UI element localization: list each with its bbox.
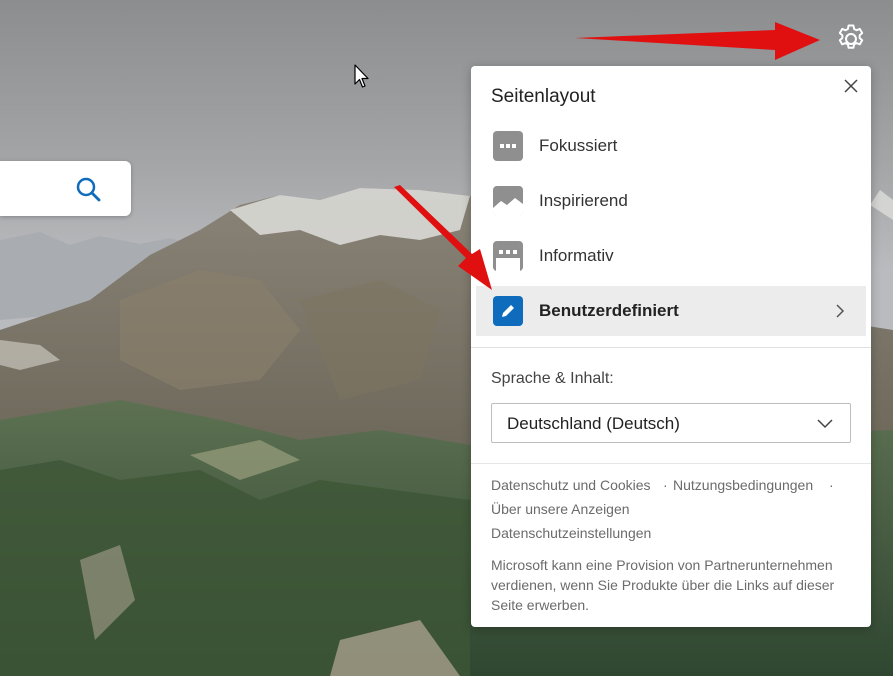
chevron-right-icon xyxy=(833,302,847,320)
divider xyxy=(471,347,871,348)
terms-link[interactable]: Nutzungsbedingungen xyxy=(673,477,813,493)
layout-option-focused[interactable]: Fokussiert xyxy=(476,121,866,171)
settings-gear-button[interactable] xyxy=(834,22,868,56)
link-separator: · xyxy=(663,477,668,493)
layout-option-inspirational[interactable]: Inspirierend xyxy=(476,176,866,226)
language-content-label: Sprache & Inhalt: xyxy=(491,370,614,387)
search-icon[interactable] xyxy=(74,175,102,203)
divider xyxy=(471,463,871,464)
pencil-icon xyxy=(493,296,523,326)
privacy-settings-link[interactable]: Datenschutzeinstellungen xyxy=(491,525,651,541)
layout-label: Inspirierend xyxy=(539,191,628,210)
close-icon[interactable] xyxy=(841,76,861,96)
informational-layout-icon xyxy=(493,241,523,271)
layout-option-informational[interactable]: Informativ xyxy=(476,231,866,281)
layout-label: Fokussiert xyxy=(539,136,618,155)
link-separator: · xyxy=(829,477,834,493)
commission-disclaimer: Microsoft kann eine Provision von Partne… xyxy=(491,557,835,613)
language-select-value: Deutschland (Deutsch) xyxy=(507,414,680,433)
layout-label: Informativ xyxy=(539,246,614,265)
focused-layout-icon xyxy=(493,131,523,161)
gear-icon[interactable] xyxy=(834,24,868,60)
chevron-down-icon xyxy=(816,415,834,431)
privacy-cookies-link[interactable]: Datenschutz und Cookies xyxy=(491,477,651,493)
layout-option-custom[interactable]: Benutzerdefiniert xyxy=(476,286,866,336)
language-select[interactable]: Deutschland (Deutsch) xyxy=(491,403,851,443)
panel-title: Seitenlayout xyxy=(491,86,596,107)
inspirational-layout-icon xyxy=(493,186,523,216)
page-layout-panel: Seitenlayout Fokussiert Inspirierend Inf… xyxy=(471,66,871,627)
about-ads-link[interactable]: Über unsere Anzeigen xyxy=(491,501,630,517)
mouse-cursor-icon xyxy=(354,64,370,90)
search-box[interactable] xyxy=(0,161,131,216)
layout-label: Benutzerdefiniert xyxy=(539,301,679,320)
